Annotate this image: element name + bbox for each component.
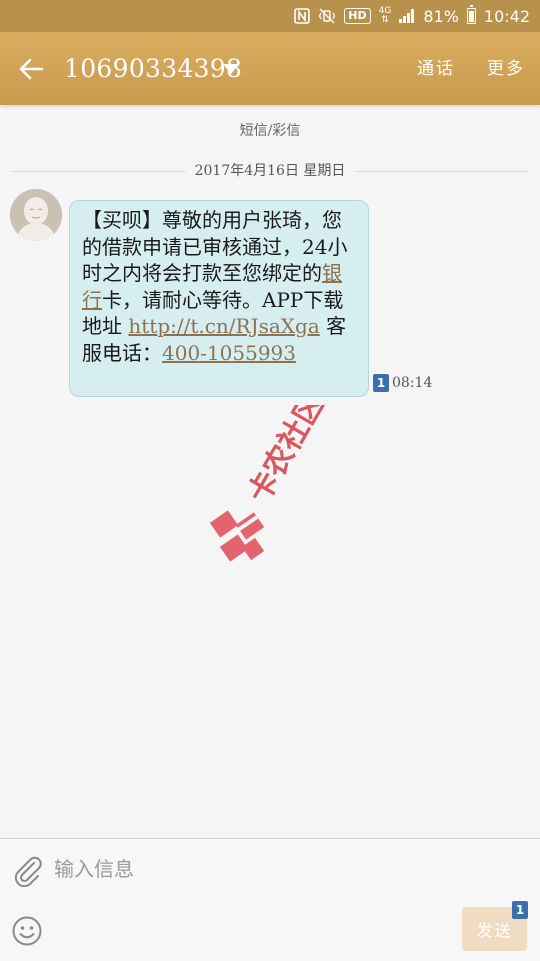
battery-percent: 81% <box>423 6 459 26</box>
person-icon <box>10 189 62 241</box>
more-button[interactable]: 更多 <box>487 56 525 82</box>
hd-voice-icon: HD <box>344 8 371 24</box>
app-header: 10690334398 通话 更多 <box>0 32 540 105</box>
date-divider: 2017年4月16日 星期日 <box>12 160 528 182</box>
attach-icon[interactable] <box>12 855 44 887</box>
vibrate-mute-icon <box>319 8 336 24</box>
emoji-icon[interactable] <box>11 915 43 947</box>
message-text: 【买呗】尊敬的用户张琦，您的借款申请已审核通过，24小时之内将会打款至您绑定的银… <box>82 207 356 366</box>
status-time: 10:42 <box>483 6 530 26</box>
message-bubble[interactable]: 【买呗】尊敬的用户张琦，您的借款申请已审核通过，24小时之内将会打款至您绑定的银… <box>69 200 369 397</box>
back-arrow-icon[interactable] <box>16 54 46 84</box>
call-button[interactable]: 通话 <box>417 56 455 82</box>
gift-box-icon <box>209 510 265 562</box>
date-label: 2017年4月16日 星期日 <box>185 160 355 182</box>
conversation-area[interactable]: 短信/彩信 2017年4月16日 星期日 【买呗】尊敬的用户张琦，您的借款申请已… <box>0 105 540 838</box>
signal-icon <box>399 9 415 23</box>
nfc-icon <box>294 8 311 24</box>
message-text-part: 【买呗】尊敬的用户张琦，您的借款申请已审核通过，24小时之内将会打款至您绑定的 <box>82 208 348 285</box>
status-icons: HD 4G ⇅ 81% 10:42 <box>294 0 530 32</box>
lte-icon: 4G ⇅ <box>378 6 392 25</box>
contact-number[interactable]: 10690334398 <box>64 52 242 86</box>
send-sim-badge: 1 <box>512 901 528 919</box>
message-input[interactable] <box>54 849 514 889</box>
network-type-label: 4G <box>378 6 392 16</box>
compose-area: 发送 1 <box>0 838 540 961</box>
phone-number-link[interactable]: 400-1055993 <box>162 341 296 365</box>
download-url-link[interactable]: http://t.cn/RJsaXga <box>128 314 319 338</box>
message-type-label: 短信/彩信 <box>239 123 301 139</box>
battery-icon <box>466 5 476 24</box>
dropdown-triangle-icon[interactable] <box>222 63 240 75</box>
watermark-text: 卡农社区 <box>242 405 332 509</box>
message-time: 08:14 <box>392 375 433 391</box>
avatar[interactable] <box>10 189 62 241</box>
status-bar: HD 4G ⇅ 81% 10:42 <box>0 0 540 32</box>
watermark-logo: 卡农社区 <box>209 405 332 562</box>
sim-slot-badge: 1 <box>373 374 389 392</box>
